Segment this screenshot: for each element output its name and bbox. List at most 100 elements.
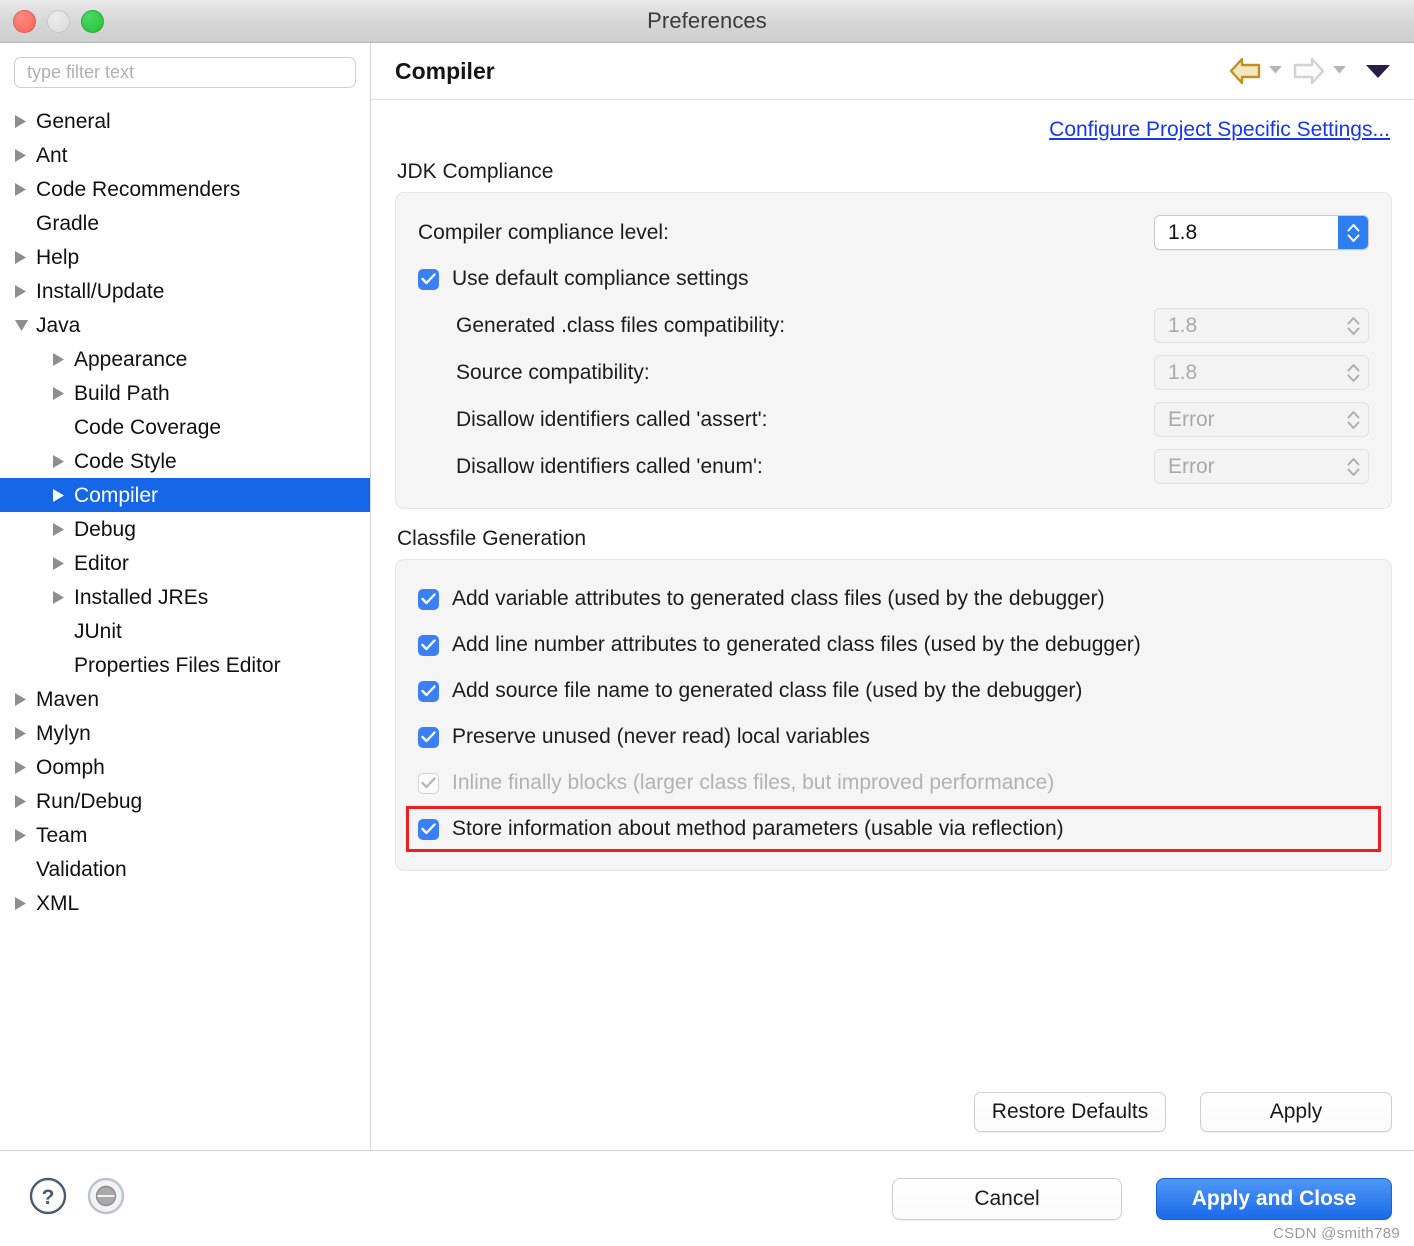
sidebar-item-label: Gradle <box>36 211 100 235</box>
classfile-option-checkbox[interactable] <box>418 680 439 702</box>
sidebar-item-team[interactable]: Team <box>0 818 370 852</box>
chevron-right-icon[interactable] <box>14 896 36 911</box>
field-row-generated-class-files-compatibility: Generated .class files compatibility: 1.8 <box>418 302 1369 349</box>
back-arrow-icon[interactable] <box>1228 56 1262 86</box>
compiler-compliance-level-row: Compiler compliance level: 1.8 <box>418 209 1369 256</box>
sidebar-item-ant[interactable]: Ant <box>0 138 370 172</box>
configure-project-specific-settings-link[interactable]: Configure Project Specific Settings... <box>1049 118 1390 142</box>
field-row-disallow-identifiers-called-assert: Disallow identifiers called 'assert': Err… <box>418 396 1369 443</box>
classfile-option-row[interactable]: Preserve unused (never read) local varia… <box>418 714 1369 760</box>
sidebar-item-compiler[interactable]: Compiler <box>0 478 370 512</box>
use-default-compliance-settings-checkbox[interactable] <box>418 268 439 290</box>
sidebar-item-label: Installed JREs <box>74 585 209 609</box>
classfile-option-label: Add variable attributes to generated cla… <box>452 587 1105 610</box>
classfile-option-checkbox[interactable] <box>418 634 439 656</box>
sidebar-item-label: Mylyn <box>36 721 91 745</box>
sidebar-item-build-path[interactable]: Build Path <box>0 376 370 410</box>
sidebar-item-run-debug[interactable]: Run/Debug <box>0 784 370 818</box>
sidebar-item-junit[interactable]: JUnit <box>0 614 370 648</box>
sidebar-item-installed-jres[interactable]: Installed JREs <box>0 580 370 614</box>
back-dropdown-caret-icon[interactable] <box>1268 62 1283 80</box>
classfile-option-row[interactable]: Store information about method parameter… <box>406 806 1381 852</box>
classfile-option-checkbox[interactable] <box>418 726 439 748</box>
minimize-window-button[interactable] <box>47 10 70 33</box>
sidebar-item-gradle[interactable]: Gradle <box>0 206 370 240</box>
sidebar-item-xml[interactable]: XML <box>0 886 370 920</box>
window-title: Preferences <box>647 8 767 33</box>
jdk-compliance-title: JDK Compliance <box>397 160 554 183</box>
classfile-option-label: Store information about method parameter… <box>452 817 1064 840</box>
search-input[interactable] <box>14 57 356 88</box>
chevron-right-icon[interactable] <box>14 794 36 809</box>
chevron-right-icon[interactable] <box>14 726 36 741</box>
sidebar-item-help[interactable]: Help <box>0 240 370 274</box>
classfile-option-checkbox[interactable] <box>418 588 439 610</box>
restore-defaults-button[interactable]: Restore Defaults <box>974 1092 1166 1132</box>
classfile-option-checkbox[interactable] <box>418 818 439 840</box>
classfile-option-label: Add line number attributes to generated … <box>452 633 1141 656</box>
content-scroll-area: Configure Project Specific Settings... J… <box>371 100 1414 1092</box>
classfile-option-label: Preserve unused (never read) local varia… <box>452 725 870 748</box>
sidebar-item-code-recommenders[interactable]: Code Recommenders <box>0 172 370 206</box>
chevron-right-icon[interactable] <box>14 692 36 707</box>
sidebar-item-oomph[interactable]: Oomph <box>0 750 370 784</box>
sidebar-item-appearance[interactable]: Appearance <box>0 342 370 376</box>
chevron-right-icon[interactable] <box>52 556 74 571</box>
forward-dropdown-caret-icon[interactable] <box>1332 62 1347 80</box>
chevron-right-icon[interactable] <box>14 828 36 843</box>
chevron-right-icon[interactable] <box>52 386 74 401</box>
select-generated-class-files-compatibility: 1.8 <box>1154 308 1369 343</box>
cancel-button[interactable]: Cancel <box>892 1177 1122 1220</box>
chevron-right-icon[interactable] <box>14 182 36 197</box>
stepper-arrows-icon[interactable] <box>1338 216 1368 249</box>
sidebar-item-editor[interactable]: Editor <box>0 546 370 580</box>
close-window-button[interactable] <box>13 10 36 33</box>
filter-container <box>0 57 370 98</box>
chevron-right-icon[interactable] <box>52 352 74 367</box>
sidebar-item-code-coverage[interactable]: Code Coverage <box>0 410 370 444</box>
dialog-footer: ? Cancel Apply and Close CSDN @smith789 <box>0 1150 1414 1246</box>
classfile-option-row[interactable]: Add source file name to generated class … <box>418 668 1369 714</box>
chevron-right-icon[interactable] <box>52 488 74 503</box>
field-row-source-compatibility: Source compatibility: 1.8 <box>418 349 1369 396</box>
chevron-down-icon[interactable] <box>1364 61 1392 81</box>
sidebar-item-mylyn[interactable]: Mylyn <box>0 716 370 750</box>
sidebar-item-debug[interactable]: Debug <box>0 512 370 546</box>
apply-button[interactable]: Apply <box>1200 1092 1392 1132</box>
sidebar-item-label: Properties Files Editor <box>74 653 281 677</box>
compiler-compliance-level-select[interactable]: 1.8 <box>1154 215 1369 250</box>
sidebar-item-label: Code Coverage <box>74 415 222 439</box>
sidebar-item-code-style[interactable]: Code Style <box>0 444 370 478</box>
sidebar-item-general[interactable]: General <box>0 104 370 138</box>
classfile-option-row[interactable]: Add line number attributes to generated … <box>418 622 1369 668</box>
compiler-compliance-level-label: Compiler compliance level: <box>418 220 669 244</box>
sidebar-item-label: Oomph <box>36 755 105 779</box>
sidebar-item-label: Debug <box>74 517 136 541</box>
sidebar-item-maven[interactable]: Maven <box>0 682 370 716</box>
classfile-option-row[interactable]: Add variable attributes to generated cla… <box>418 576 1369 622</box>
stepper-arrows-icon <box>1338 356 1368 389</box>
chevron-right-icon[interactable] <box>14 760 36 775</box>
sidebar-item-properties-files-editor[interactable]: Properties Files Editor <box>0 648 370 682</box>
sidebar-item-java[interactable]: Java <box>0 308 370 342</box>
help-circle-icon[interactable]: ? <box>26 1174 70 1223</box>
chevron-right-icon[interactable] <box>14 250 36 265</box>
classfile-option-row: Inline finally blocks (larger class file… <box>418 760 1369 806</box>
sidebar-item-validation[interactable]: Validation <box>0 852 370 886</box>
chevron-right-icon[interactable] <box>52 522 74 537</box>
classfile-option-checkbox <box>418 772 439 794</box>
use-default-compliance-settings-row[interactable]: Use default compliance settings <box>418 256 1369 302</box>
chevron-down-icon[interactable] <box>14 319 36 332</box>
chevron-right-icon[interactable] <box>52 590 74 605</box>
apply-and-close-button[interactable]: Apply and Close <box>1156 1177 1392 1220</box>
chevron-right-icon[interactable] <box>14 148 36 163</box>
select-value: 1.8 <box>1168 360 1198 384</box>
sidebar-item-install-update[interactable]: Install/Update <box>0 274 370 308</box>
maximize-window-button[interactable] <box>81 10 104 33</box>
chevron-right-icon[interactable] <box>14 284 36 299</box>
chevron-right-icon[interactable] <box>14 114 36 129</box>
sidebar-item-label: Editor <box>74 551 129 575</box>
import-export-circle-icon[interactable] <box>84 1174 128 1223</box>
preferences-content: Compiler Configure Project Specific Sett… <box>371 43 1414 1150</box>
chevron-right-icon[interactable] <box>52 454 74 469</box>
